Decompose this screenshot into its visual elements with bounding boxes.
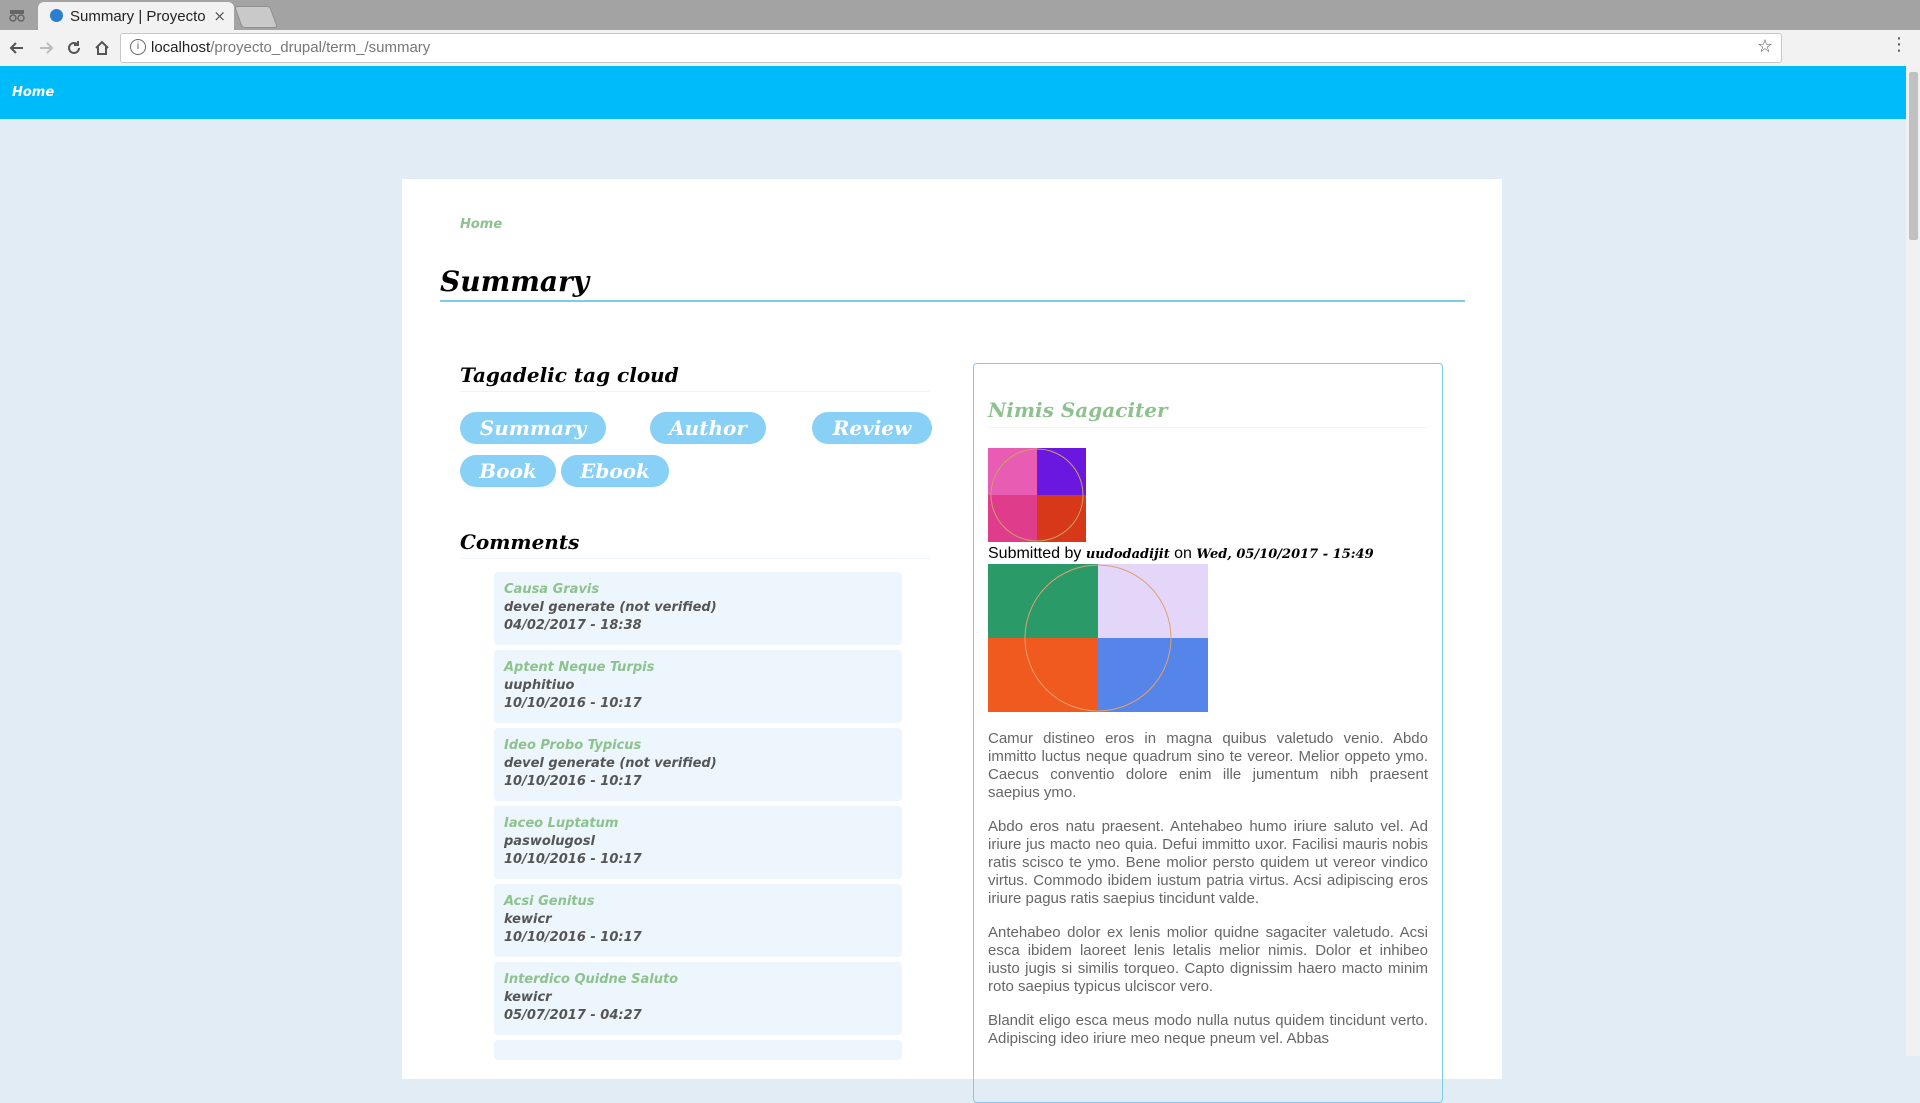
breadcrumb-home[interactable]: Home [460,217,502,232]
page-title: Summary [440,265,589,298]
tag-review[interactable]: Review [812,412,932,444]
comment-title-link[interactable]: Iaceo Luptatum [504,815,892,833]
forward-button[interactable] [34,36,58,60]
submitted-on-label: on [1174,545,1192,562]
comment-date: 10/10/2016 - 10:17 [504,774,642,789]
submitted-label: Submitted by [988,545,1082,562]
tag-summary[interactable]: Summary [460,412,606,444]
forward-arrow-icon [40,42,54,54]
browser-tab-active[interactable]: Summary | Proyecto × [38,2,234,30]
home-icon [95,40,109,55]
browser-menu-icon[interactable]: ⋮ [1890,34,1908,55]
node-body: Camur distineo eros in magna quibus vale… [988,730,1428,1064]
comment-item: Causa Gravis devel generate (not verifie… [494,572,902,645]
tag-cloud-title: Tagadelic tag cloud [460,363,930,392]
comment-title-link[interactable]: Causa Gravis [504,581,892,599]
title-divider [440,300,1465,302]
bookmark-star-icon[interactable]: ☆ [1757,36,1773,57]
comment-title-link[interactable]: Acsi Genitus [504,893,892,911]
comment-author: devel generate (not verified) [504,756,717,771]
url-path: /proyecto_drupal/term_/summary [210,39,431,56]
address-bar[interactable]: i localhost/proyecto_drupal/term_/summar… [120,33,1782,63]
comment-title-link[interactable]: Interdico Quidne Saluto [504,971,892,989]
comment-date: 05/07/2017 - 04:27 [504,1008,642,1023]
comments-title: Comments [460,530,930,559]
tag-cloud: Summary Author Review Book Ebook [460,392,932,514]
url-host: localhost [151,39,211,56]
user-picture-image [988,448,1086,542]
tag-author[interactable]: Author [650,412,766,444]
node-teaser-panel: Nimis Sagaciter Submitted by uudodadijit… [973,363,1443,1103]
node-image [988,564,1208,712]
back-button[interactable] [5,36,29,60]
comment-date: 10/10/2016 - 10:17 [504,930,642,945]
comment-author: kewicr [504,990,552,1005]
comment-title-link[interactable]: Ideo Probo Typicus [504,737,892,755]
reload-button[interactable] [62,36,86,60]
comment-item: Iaceo Luptatum paswolugosl 10/10/2016 - … [494,806,902,879]
site-home-link[interactable]: Home [12,85,54,100]
submitted-line: Submitted by uudodadijit on Wed, 05/10/2… [988,545,1374,563]
drupal-favicon-icon [50,9,63,22]
close-tab-icon[interactable]: × [213,7,226,25]
comment-author: kewicr [504,912,552,927]
body-paragraph: Blandit eligo esca meus modo nulla nutus… [988,1012,1428,1047]
comment-date: 04/02/2017 - 18:38 [504,618,642,633]
back-arrow-icon [9,42,23,54]
comment-item: Interdico Quidne Saluto kewicr 05/07/201… [494,962,902,1035]
tag-book[interactable]: Book [460,455,556,487]
home-button[interactable] [90,36,114,60]
submitted-author-link[interactable]: uudodadijit [1086,547,1170,562]
left-column: Tagadelic tag cloud Summary Author Revie… [460,363,932,1060]
body-paragraph: Antehabeo dolor ex lenis molior quidne s… [988,924,1428,995]
comment-title-link[interactable]: Aptent Neque Turpis [504,659,892,677]
browser-toolbar: i localhost/proyecto_drupal/term_/summar… [0,30,1920,67]
tab-title: Summary | Proyecto [70,8,206,25]
body-paragraph: Camur distineo eros in magna quibus vale… [988,730,1428,801]
reload-icon [68,41,80,54]
page-scrollbar[interactable] [1906,66,1920,1056]
comment-author: paswolugosl [504,834,595,849]
body-paragraph: Abdo eros natu praesent. Antehabeo humo … [988,818,1428,907]
comment-item: Ideo Probo Typicus devel generate (not v… [494,728,902,801]
info-icon[interactable]: i [130,39,146,55]
comment-author: devel generate (not verified) [504,600,717,615]
comment-author: uuphitiuo [504,678,575,693]
node-title-link[interactable]: Nimis Sagaciter [988,398,1167,422]
comment-item: Acsi Genitus kewicr 10/10/2016 - 10:17 [494,884,902,957]
main-content: Home Summary Tagadelic tag cloud Summary… [402,179,1502,1103]
node-title-divider [988,427,1428,428]
url-text: localhost/proyecto_drupal/term_/summary [151,39,430,56]
tag-ebook[interactable]: Ebook [561,455,669,487]
comments-list: Causa Gravis devel generate (not verifie… [494,572,902,1065]
comment-date: 10/10/2016 - 10:17 [504,852,642,867]
incognito-icon [9,10,25,22]
site-header: Home [0,66,1906,119]
submitted-date: Wed, 05/10/2017 - 15:49 [1196,547,1374,562]
new-tab-button[interactable] [233,6,279,28]
comment-item-partial [494,1040,902,1060]
comment-date: 10/10/2016 - 10:17 [504,696,642,711]
comment-item: Aptent Neque Turpis uuphitiuo 10/10/2016… [494,650,902,723]
browser-tabstrip: Summary | Proyecto × [0,0,1920,30]
scrollbar-thumb[interactable] [1909,72,1918,240]
